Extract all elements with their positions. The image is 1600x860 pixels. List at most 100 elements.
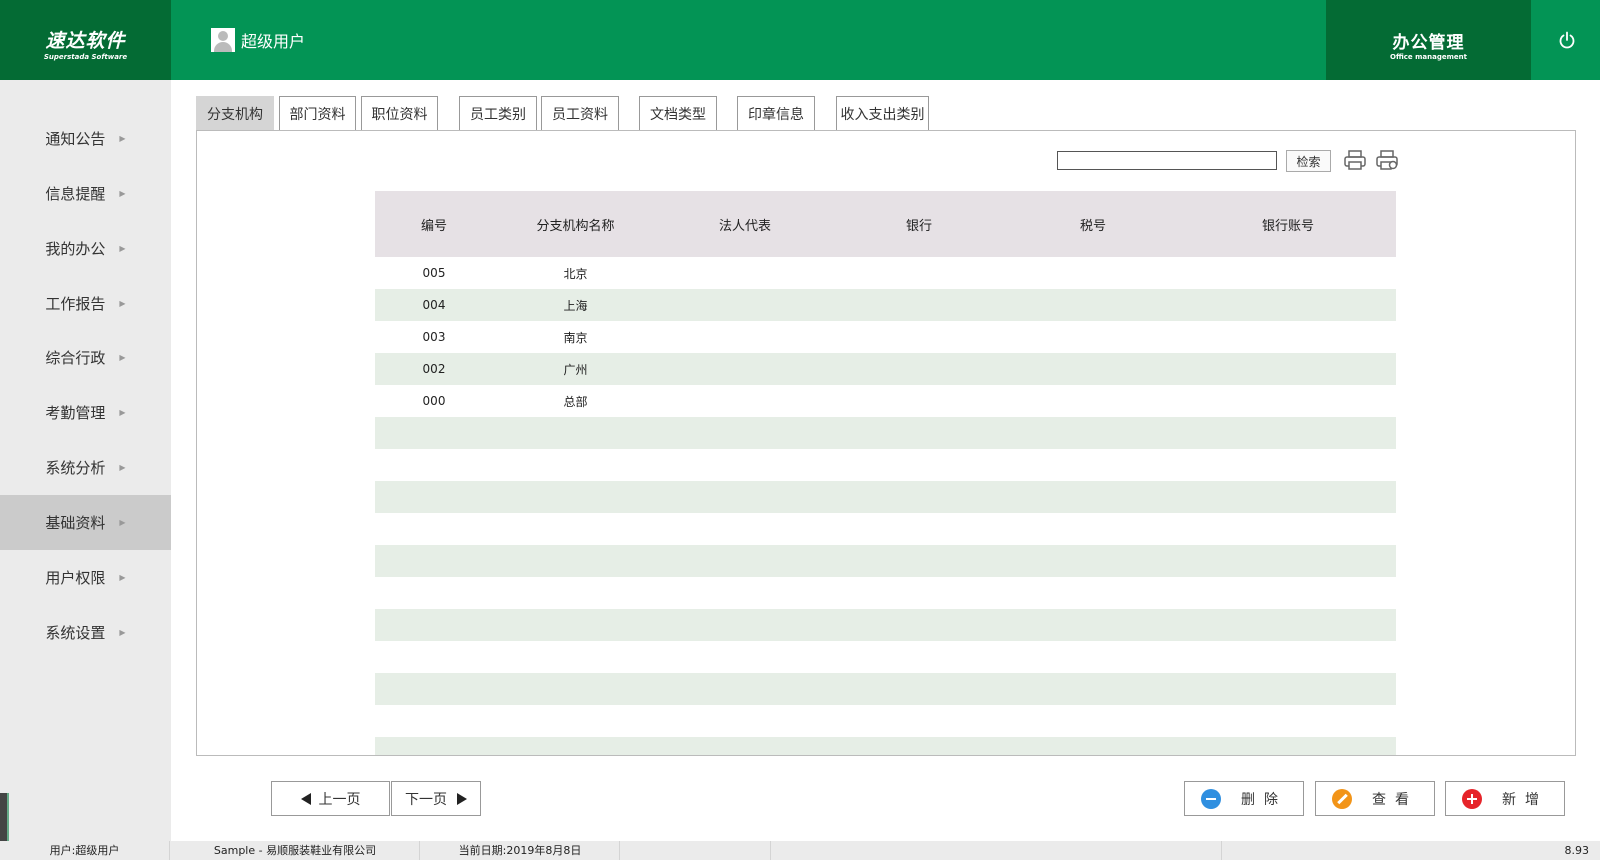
- sidebar-item-label: 我的办公: [45, 240, 106, 258]
- logo-text: 速达软件: [45, 30, 126, 52]
- delete-button[interactable]: 删除: [1184, 781, 1304, 816]
- tab-positions[interactable]: 职位资料: [361, 96, 438, 130]
- status-empty: [772, 841, 1222, 860]
- chevron-right-icon: ▶: [119, 463, 126, 472]
- sidebar-resize-handle[interactable]: [0, 793, 9, 846]
- status-empty: [621, 841, 771, 860]
- status-bar: 用户:超级用户 Sample - 易顺服装鞋业有限公司 当前日期:2019年8月…: [0, 841, 1600, 860]
- sidebar-item-label: 用户权限: [45, 569, 106, 587]
- table-row[interactable]: 004 上海: [375, 289, 1396, 321]
- table-row[interactable]: 002 广州: [375, 353, 1396, 385]
- status-user: 用户:超级用户: [0, 841, 170, 860]
- table-cell: 广州: [563, 362, 588, 377]
- sidebar-item-my-office[interactable]: 我的办公 ▶: [0, 221, 171, 276]
- table-cell: 003: [422, 330, 446, 344]
- sidebar-item-label: 综合行政: [45, 349, 106, 367]
- sidebar-item-label: 考勤管理: [45, 404, 106, 422]
- table-cell: 002: [422, 362, 446, 376]
- avatar-icon: [211, 28, 235, 52]
- prev-page-label: 上一页: [318, 791, 361, 808]
- search-button[interactable]: 检索: [1286, 150, 1331, 172]
- chevron-right-icon: ▶: [119, 299, 126, 308]
- table-cell: 上海: [563, 298, 588, 313]
- table-row[interactable]: 003 南京: [375, 321, 1396, 353]
- tab-employee-types[interactable]: 员工类别: [459, 96, 537, 130]
- table-row-empty: [375, 641, 1396, 673]
- sidebar-item-permissions[interactable]: 用户权限 ▶: [0, 550, 171, 605]
- chevron-right-icon: ▶: [119, 189, 126, 198]
- table-row-empty: [375, 481, 1396, 513]
- tab-seals[interactable]: 印章信息: [737, 96, 815, 130]
- status-version: 8.93: [1564, 844, 1590, 857]
- table-row-empty: [375, 609, 1396, 641]
- column-header[interactable]: 编号: [375, 215, 493, 234]
- sidebar: 通知公告 ▶ 信息提醒 ▶ 我的办公 ▶ 工作报告 ▶ 综合行政 ▶ 考勤管理 ▶ 系统分析…: [0, 80, 171, 841]
- tab-employees[interactable]: 员工资料: [541, 96, 619, 130]
- chevron-right-icon: ▶: [119, 518, 126, 527]
- user-name: 超级用户: [241, 32, 306, 51]
- sidebar-item-reminders[interactable]: 信息提醒 ▶: [0, 166, 171, 221]
- table-header: 编号 分支机构名称 法人代表 银行 税号 银行账号: [375, 191, 1396, 257]
- next-page-button[interactable]: 下一页: [391, 781, 481, 816]
- chevron-right-icon: ▶: [119, 408, 126, 417]
- column-header[interactable]: 分支机构名称: [493, 215, 658, 234]
- table-row-empty: [375, 545, 1396, 577]
- sidebar-item-label: 基础资料: [45, 514, 106, 532]
- table-cell: 总部: [563, 394, 588, 409]
- module-title-subtext: Office management: [1390, 53, 1467, 61]
- table-row-empty: [375, 673, 1396, 705]
- table-row-empty: [375, 449, 1396, 481]
- pencil-icon: [1332, 788, 1352, 809]
- delete-label: 删除: [1241, 791, 1287, 808]
- sidebar-item-settings[interactable]: 系统设置 ▶: [0, 605, 171, 660]
- print-icon[interactable]: [1343, 149, 1367, 171]
- table-row-empty: [375, 577, 1396, 609]
- sidebar-item-work-reports[interactable]: 工作报告 ▶: [0, 276, 171, 331]
- table-cell: 南京: [563, 330, 588, 345]
- module-title[interactable]: 办公管理 Office management: [1326, 0, 1531, 80]
- sidebar-item-notices[interactable]: 通知公告 ▶: [0, 111, 171, 166]
- sidebar-item-label: 系统分析: [45, 459, 106, 477]
- plus-circle-icon: [1462, 788, 1482, 809]
- sidebar-item-attendance[interactable]: 考勤管理 ▶: [0, 385, 171, 440]
- triangle-left-icon: [300, 792, 311, 805]
- table-cell: 北京: [563, 266, 588, 281]
- tab-departments[interactable]: 部门资料: [279, 96, 356, 130]
- table-cell: 000: [422, 394, 446, 408]
- column-header[interactable]: 银行账号: [1180, 215, 1396, 234]
- column-header[interactable]: 法人代表: [658, 215, 832, 234]
- column-header[interactable]: 银行: [832, 215, 1006, 234]
- sidebar-item-basic-data[interactable]: 基础资料 ▶: [0, 495, 171, 550]
- add-button[interactable]: 新增: [1445, 781, 1565, 816]
- status-company: Sample - 易顺服装鞋业有限公司: [171, 841, 420, 860]
- sidebar-item-label: 工作报告: [45, 295, 106, 313]
- table-row-empty: [375, 513, 1396, 545]
- view-button[interactable]: 查看: [1315, 781, 1435, 816]
- table-row-empty: [375, 705, 1396, 737]
- table-row-empty: [375, 417, 1396, 449]
- table-row-empty: [375, 737, 1396, 755]
- sidebar-item-label: 信息提醒: [45, 185, 106, 203]
- sidebar-item-analysis[interactable]: 系统分析 ▶: [0, 440, 171, 495]
- minus-circle-icon: [1201, 788, 1221, 809]
- power-icon[interactable]: [1556, 29, 1578, 51]
- chevron-right-icon: ▶: [119, 244, 126, 253]
- tab-document-types[interactable]: 文档类型: [639, 96, 717, 130]
- tab-branches[interactable]: 分支机构: [196, 96, 274, 130]
- table-cell: 004: [422, 298, 446, 312]
- prev-page-button[interactable]: 上一页: [271, 781, 390, 816]
- print-settings-icon[interactable]: [1375, 149, 1399, 171]
- column-header[interactable]: 税号: [1006, 215, 1180, 234]
- table-row[interactable]: 005 北京: [375, 257, 1396, 289]
- search-input[interactable]: [1057, 151, 1277, 170]
- sidebar-item-administration[interactable]: 综合行政 ▶: [0, 330, 171, 385]
- chevron-right-icon: ▶: [119, 573, 126, 582]
- table-row[interactable]: 000 总部: [375, 385, 1396, 417]
- triangle-right-icon: [457, 792, 467, 805]
- brand-logo: 速达软件 Superstada Software: [0, 0, 171, 80]
- sidebar-item-label: 系统设置: [45, 624, 106, 642]
- chevron-right-icon: ▶: [119, 353, 126, 362]
- current-user[interactable]: 超级用户: [211, 28, 305, 52]
- tab-income-expense[interactable]: 收入支出类别: [836, 96, 929, 130]
- logo-subtext: Superstada Software: [43, 53, 128, 61]
